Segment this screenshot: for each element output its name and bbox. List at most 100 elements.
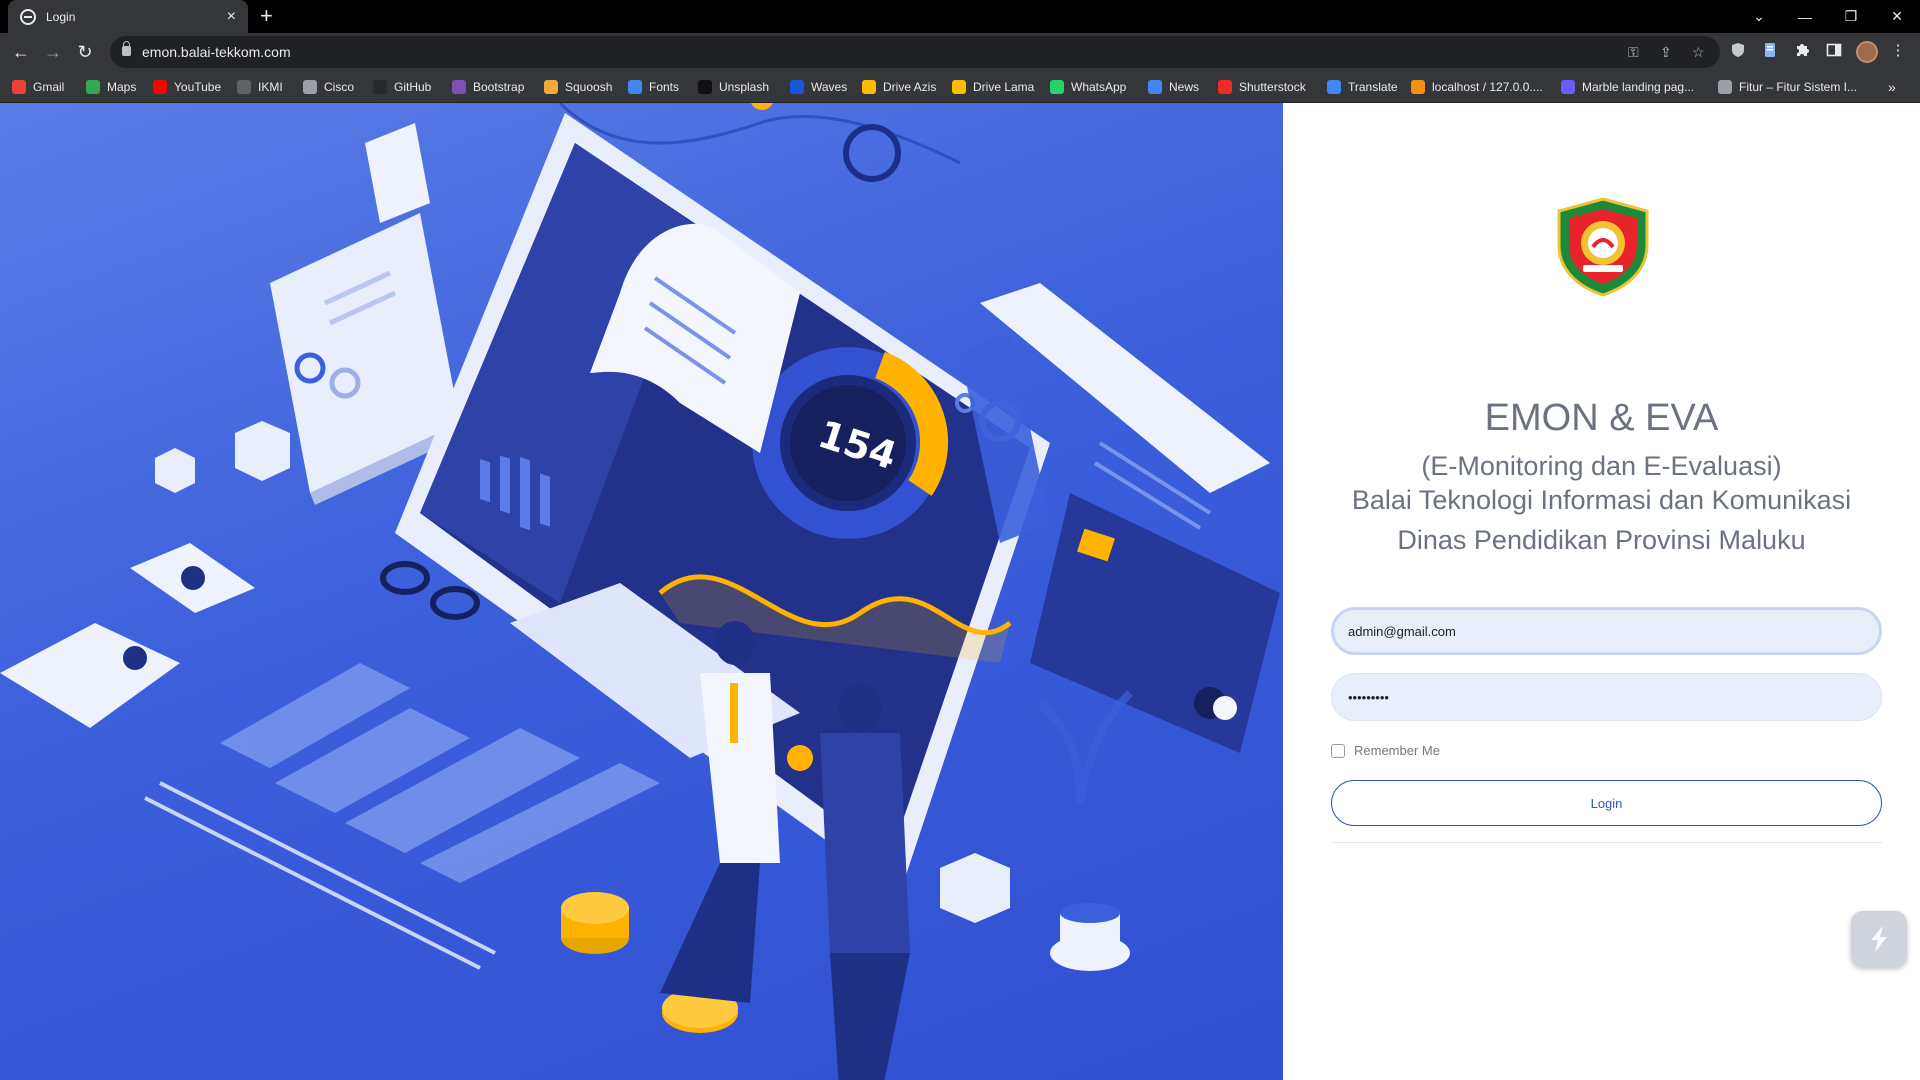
bookmark-item[interactable]: Waves — [790, 78, 847, 96]
profile-avatar[interactable] — [1856, 41, 1878, 63]
bookmark-item[interactable]: Fitur – Fitur Sistem I... — [1718, 78, 1857, 96]
new-tab-button[interactable]: + — [260, 4, 273, 28]
sidepanel-icon[interactable] — [1825, 42, 1843, 60]
divider — [1331, 842, 1882, 843]
address-bar[interactable]: emon.balai-tekkom.com ⚿ ⇪ ☆ — [110, 36, 1720, 68]
login-button[interactable]: Login — [1331, 780, 1882, 826]
email-value: admin@gmail.com — [1348, 623, 1456, 639]
bookmark-label: WhatsApp — [1071, 80, 1127, 94]
puzzle-icon[interactable] — [1793, 42, 1811, 60]
back-button[interactable]: ← — [9, 40, 33, 64]
email-field[interactable]: admin@gmail.com — [1331, 607, 1882, 655]
bookmark-star-icon[interactable]: ☆ — [1692, 44, 1705, 61]
bookmark-item[interactable]: IKMI — [237, 78, 283, 96]
bookmark-favicon-icon — [12, 80, 26, 94]
bookmark-favicon-icon — [1718, 80, 1732, 94]
bookmark-item[interactable]: Marble landing pag... — [1561, 78, 1694, 96]
restore-button[interactable]: ❐ — [1828, 0, 1874, 33]
bookmark-label: Fonts — [649, 80, 680, 94]
bookmark-item[interactable]: Gmail — [12, 78, 64, 96]
bookmark-item[interactable]: Translate — [1327, 78, 1398, 96]
bookmark-item[interactable]: WhatsApp — [1050, 78, 1126, 96]
forward-button[interactable]: → — [41, 40, 65, 64]
bookmark-favicon-icon — [1050, 80, 1064, 94]
app-subtitle: (E-Monitoring dan E-Evaluasi) — [1421, 451, 1782, 481]
remember-me[interactable]: Remember Me — [1331, 743, 1440, 758]
bookmark-item[interactable]: Drive Lama — [952, 78, 1034, 96]
bookmark-favicon-icon — [1561, 80, 1575, 94]
bookmark-favicon-icon — [790, 80, 804, 94]
tab-strip: Login × + ⌄ — ❐ ✕ — [0, 0, 1920, 33]
bookmark-label: Waves — [811, 80, 848, 94]
bookmark-item[interactable]: Squoosh — [544, 78, 612, 96]
maluku-province-emblem — [1553, 197, 1653, 297]
menu-icon[interactable]: ⋮ — [1889, 42, 1907, 60]
bookmark-label: Fitur – Fitur Sistem I... — [1739, 80, 1858, 94]
bookmark-item[interactable]: Fonts — [628, 78, 679, 96]
bookmark-label: Gmail — [33, 80, 65, 94]
window-close-button[interactable]: ✕ — [1874, 0, 1920, 33]
bookmark-favicon-icon — [452, 80, 466, 94]
remember-me-checkbox[interactable] — [1331, 743, 1345, 758]
tab-close-icon[interactable]: × — [227, 8, 236, 25]
bookmark-label: Squoosh — [565, 80, 613, 94]
password-value: ••••••••• — [1348, 689, 1389, 705]
bookmark-label: YouTube — [174, 80, 222, 94]
key-icon[interactable]: ⚿ — [1628, 44, 1639, 61]
minimize-button[interactable]: — — [1782, 0, 1828, 33]
bookmark-item[interactable]: YouTube — [153, 78, 221, 96]
lightning-icon — [1871, 926, 1887, 952]
bookmark-favicon-icon — [628, 80, 642, 94]
bookmark-favicon-icon — [237, 80, 251, 94]
bookmark-favicon-icon — [86, 80, 100, 94]
tab-search-icon[interactable]: ⌄ — [1736, 0, 1782, 33]
bookmark-label: Translate — [1348, 80, 1398, 94]
bookmark-favicon-icon — [1148, 80, 1162, 94]
url-text[interactable]: emon.balai-tekkom.com — [142, 44, 291, 60]
bookmark-favicon-icon — [698, 80, 712, 94]
floating-action-button[interactable] — [1851, 911, 1907, 967]
page-content: 154 EMON & EVA (E-Monitoring dan E-Evalu… — [0, 103, 1920, 1080]
bookmark-label: Shutterstock — [1239, 80, 1306, 94]
bookmark-label: Drive Azis — [883, 80, 937, 94]
browser-toolbar: ← → ↻ emon.balai-tekkom.com ⚿ ⇪ ☆ ⋮ — [0, 33, 1920, 71]
bookmark-favicon-icon — [153, 80, 167, 94]
bookmark-favicon-icon — [373, 80, 387, 94]
bookmark-label: Bootstrap — [473, 80, 525, 94]
bookmark-label: Unsplash — [719, 80, 770, 94]
bookmark-item[interactable]: Cisco — [303, 78, 354, 96]
isometric-dashboard-illustration: 154 — [0, 103, 1280, 1080]
bookmark-item[interactable]: GitHub — [373, 78, 431, 96]
shield-icon[interactable] — [1729, 42, 1747, 60]
bookmark-favicon-icon — [1411, 80, 1425, 94]
bookmark-label: GitHub — [394, 80, 432, 94]
bookmark-favicon-icon — [303, 80, 317, 94]
bookmark-label: Drive Lama — [973, 80, 1035, 94]
bookmark-item[interactable]: Drive Azis — [862, 78, 936, 96]
share-icon[interactable]: ⇪ — [1660, 44, 1672, 61]
bookmark-item[interactable]: Unsplash — [698, 78, 769, 96]
bookmark-favicon-icon — [1327, 80, 1341, 94]
bookmark-favicon-icon — [544, 80, 558, 94]
bookmark-item[interactable]: Shutterstock — [1218, 78, 1306, 96]
app-title: EMON & EVA — [1484, 397, 1719, 439]
bookmark-label: News — [1169, 80, 1200, 94]
tab-title: Login — [46, 9, 76, 24]
bookmark-item[interactable]: Bootstrap — [452, 78, 524, 96]
department-name: Dinas Pendidikan Provinsi Maluku — [1397, 525, 1806, 555]
globe-icon — [20, 8, 36, 25]
bookmark-label: localhost / 127.0.0.... — [1432, 80, 1543, 94]
password-field[interactable]: ••••••••• — [1331, 673, 1882, 721]
bookmark-item[interactable]: News — [1148, 78, 1199, 96]
document-icon[interactable] — [1761, 42, 1779, 60]
bookmark-item[interactable]: Maps — [86, 78, 136, 96]
reload-button[interactable]: ↻ — [73, 40, 97, 64]
tab-login[interactable]: Login × — [8, 0, 248, 33]
bookmark-label: Marble landing pag... — [1582, 80, 1695, 94]
login-panel: EMON & EVA (E-Monitoring dan E-Evaluasi)… — [1283, 103, 1920, 1080]
lock-icon[interactable] — [122, 41, 131, 56]
bookmark-item[interactable]: localhost / 127.0.0.... — [1411, 78, 1543, 96]
bookmark-favicon-icon — [952, 80, 966, 94]
bookmarks-overflow-icon[interactable]: » — [1888, 78, 1896, 96]
bookmark-label: IKMI — [258, 80, 283, 94]
